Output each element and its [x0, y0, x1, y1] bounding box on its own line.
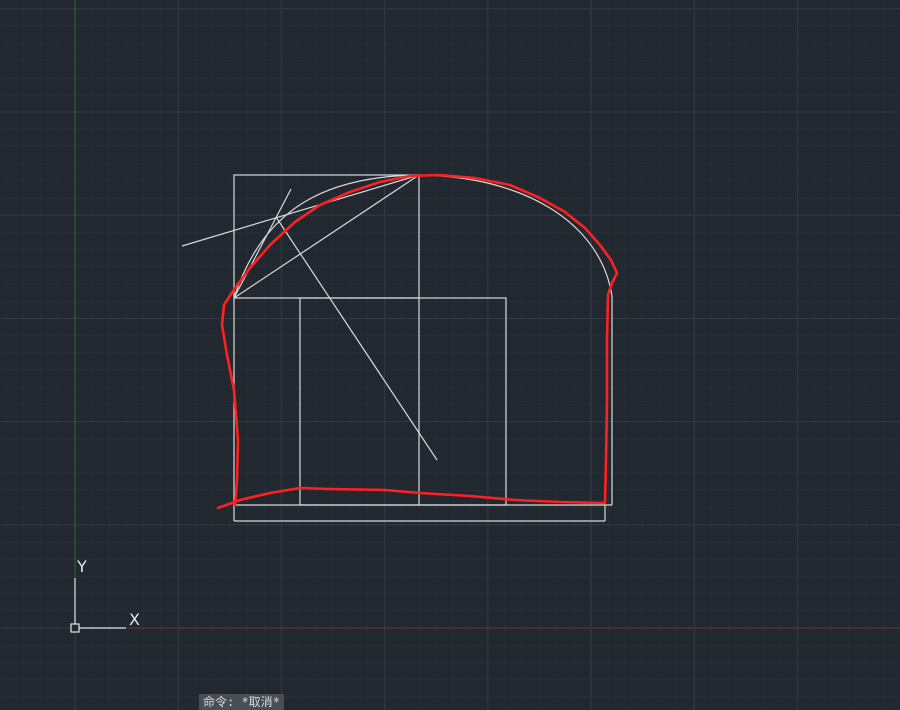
top-arc[interactable] — [233, 174, 613, 299]
cad-geometry[interactable] — [181, 174, 613, 522]
drawing-canvas[interactable]: Y X 命令: *取消* — [0, 0, 900, 710]
inner-rectangle[interactable] — [299, 297, 507, 506]
ucs-y-label: Y — [77, 557, 87, 576]
diagonal-line-1[interactable] — [233, 174, 420, 299]
command-line-history: 命令: *取消* — [199, 694, 284, 710]
ucs-x-label: X — [129, 610, 140, 629]
drawing-svg[interactable] — [0, 0, 900, 710]
diagonal-line-2[interactable] — [181, 174, 420, 247]
grid — [0, 0, 900, 710]
ucs-icon — [70, 578, 126, 633]
diagonal-line-3[interactable] — [233, 188, 292, 299]
ucs-origin-square — [70, 623, 80, 633]
red-markup-outline[interactable] — [216, 173, 619, 510]
